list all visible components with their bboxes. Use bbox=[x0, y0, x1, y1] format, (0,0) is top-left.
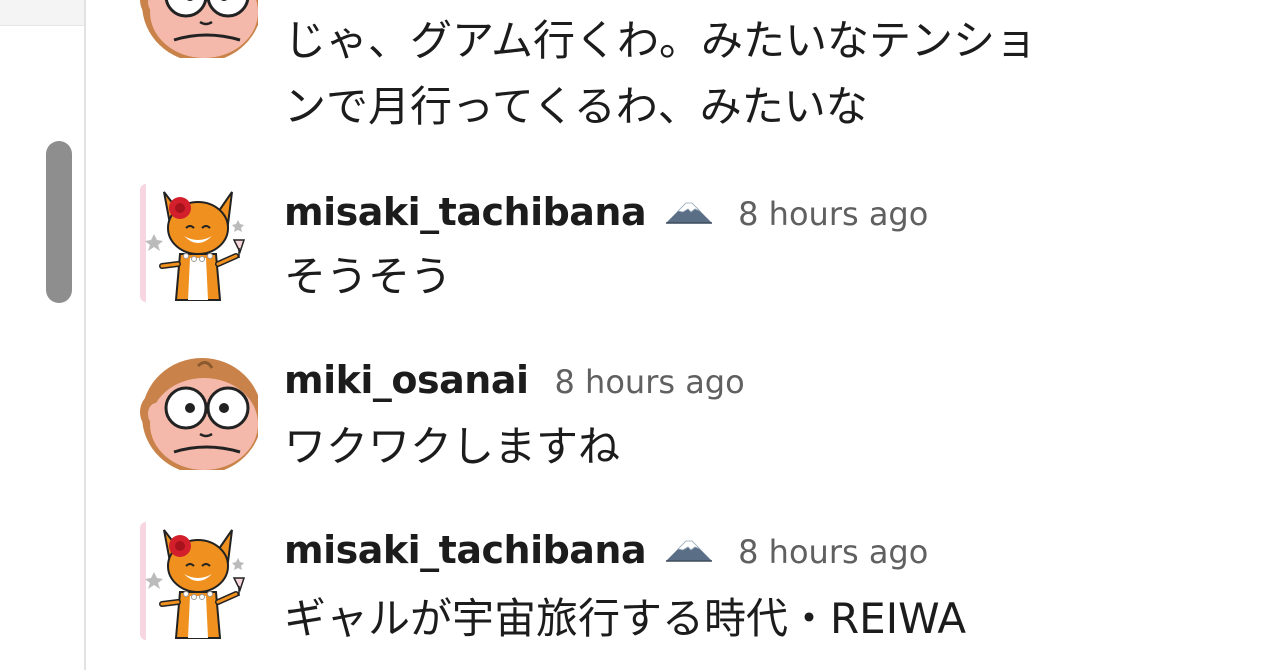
rail-tab[interactable] bbox=[0, 0, 84, 26]
message-header: misaki_tachibana 8 hours ago bbox=[284, 190, 928, 234]
avatar[interactable] bbox=[140, 0, 258, 58]
timestamp[interactable]: 8 hours ago bbox=[555, 363, 745, 401]
avatar[interactable] bbox=[140, 184, 258, 302]
mount-fuji-icon bbox=[664, 199, 714, 225]
message-header: misaki_tachibana 8 hours ago bbox=[284, 528, 928, 572]
username-link[interactable]: miki_osanai bbox=[284, 358, 529, 402]
message-text-line: じゃ、グアム行くわ。みたいなテンショ bbox=[284, 16, 1038, 65]
message-text: じゃ、グアム行くわ。みたいなテンショ ンで月行ってくるわ、みたいな bbox=[284, 8, 1184, 140]
mount-fuji-icon bbox=[664, 537, 714, 563]
message-header: miki_osanai 8 hours ago bbox=[284, 358, 745, 402]
message-text-line: ンで月行ってくるわ、みたいな bbox=[284, 82, 868, 131]
avatar[interactable] bbox=[140, 352, 258, 470]
message-text: ギャルが宇宙旅行する時代・REIWA bbox=[284, 594, 967, 643]
timestamp[interactable]: 8 hours ago bbox=[738, 533, 928, 571]
left-rail bbox=[0, 0, 86, 670]
scrollbar-thumb[interactable] bbox=[46, 141, 72, 303]
message-feed: じゃ、グアム行くわ。みたいなテンショ ンで月行ってくるわ、みたいな misaki… bbox=[86, 0, 1280, 670]
timestamp[interactable]: 8 hours ago bbox=[738, 195, 928, 233]
username-link[interactable]: misaki_tachibana bbox=[284, 528, 647, 572]
username-link[interactable]: misaki_tachibana bbox=[284, 190, 647, 234]
message-text: ワクワクしますね bbox=[284, 422, 621, 471]
avatar[interactable] bbox=[140, 522, 258, 640]
message-text: そうそう bbox=[284, 252, 453, 301]
